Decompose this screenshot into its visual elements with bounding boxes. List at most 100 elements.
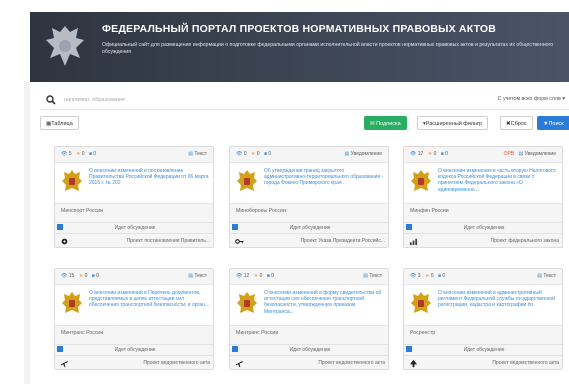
project-title-link[interactable]: О внесении изменений в административный … — [438, 290, 558, 322]
left-page-edge — [24, 82, 30, 384]
document-icon: ▤ — [518, 151, 524, 157]
coat-of-arms-icon — [46, 26, 84, 66]
advanced-filter-button[interactable]: ▾Расширенный фильтр — [417, 116, 489, 130]
search-input[interactable] — [64, 93, 394, 107]
project-card-5[interactable]: 👁 12 ★ 0 ■ 0 ▤ Текст О внесении изменени… — [229, 268, 389, 370]
project-title-link[interactable]: Об утверждении границ закрытого админист… — [264, 168, 384, 200]
card-stats: 👁 15 ★ 0 ■ 0 — [61, 273, 99, 283]
act-type: Проект постановления Правитель... — [126, 238, 210, 244]
eye-icon: 👁 — [61, 151, 68, 157]
agency-name: Минтранс России — [61, 330, 104, 336]
search-button[interactable]: ▼Поиск — [537, 116, 569, 130]
card-stats: 👁 12 ★ 0 ■ 0 — [236, 273, 274, 283]
portal-title: ФЕДЕРАЛЬНЫЙ ПОРТАЛ ПРОЕКТОВ НОРМАТИВНЫХ … — [102, 23, 497, 35]
act-type: Проект ведомственного акта — [318, 360, 385, 366]
agency-name: Минфин России — [410, 208, 449, 214]
card-body: Об утверждении границ закрытого админист… — [230, 162, 388, 204]
card-footer: Проект ведомственного акта — [55, 355, 213, 369]
morphology-select[interactable]: С учетом всех форм слов ▾ — [498, 96, 565, 102]
project-title-link[interactable]: О внесении изменения в часть вторую Нало… — [438, 168, 558, 200]
status-text: Идет обсуждение — [114, 225, 156, 231]
comments-count: 0 — [271, 273, 274, 279]
type-label: Текст — [543, 273, 556, 279]
gear-icon — [61, 238, 68, 245]
status-text: Идет обсуждение — [463, 225, 505, 231]
subscribe-button[interactable]: ✉ Подписка — [364, 116, 407, 130]
eye-icon: 👁 — [410, 151, 417, 157]
status-text: Идет обсуждение — [289, 225, 331, 231]
project-card-3[interactable]: 👁 17 ★ 0 ■ 0 ОРВ ▤ Уведомление О внесени… — [403, 146, 563, 248]
search-bar: С учетом всех форм слов ▾ — [40, 92, 569, 110]
agency-name: Минобороны России — [236, 208, 286, 214]
status-text: Идет обсуждение — [114, 347, 156, 353]
discussion-status: Идет обсуждение — [404, 222, 562, 232]
discussion-status: Идет обсуждение — [55, 344, 213, 354]
star-icon: ★ — [78, 273, 84, 279]
comments-count: 0 — [96, 273, 99, 279]
comment-icon: ■ — [437, 273, 441, 279]
comment-icon: ■ — [91, 273, 95, 279]
document-icon: ▤ — [537, 273, 543, 279]
card-type: ОРВ ▤ Уведомление — [504, 151, 556, 157]
stars-count: 0 — [433, 151, 437, 157]
card-type: ▤ Текст — [363, 273, 382, 279]
envelope-icon: ✉ — [370, 121, 375, 127]
type-label: Текст — [194, 151, 207, 157]
stars-count: 0 — [81, 151, 85, 157]
card-stats: 👁 0 ★ 0 ■ 0 — [236, 151, 271, 161]
search-icon[interactable] — [46, 95, 56, 105]
card-type: ▤ Текст — [188, 151, 207, 157]
agency-emblem-icon — [411, 292, 431, 313]
comments-count: 0 — [93, 151, 97, 157]
type-label: Уведомление — [350, 151, 382, 157]
agency-name: Минспорт России — [61, 208, 104, 214]
discussion-status: Идет обсуждение — [230, 222, 388, 232]
stars-count: 0 — [259, 273, 263, 279]
agency-emblem-icon — [411, 170, 431, 191]
plane-icon — [235, 360, 244, 368]
status-text: Идет обсуждение — [463, 347, 505, 353]
act-type: Проект ведомственного акта — [492, 360, 559, 366]
card-body: О внесении изменений в постановление Пра… — [55, 162, 213, 204]
filter-toolbar: ▦Таблица ✉ Подписка ▾Расширенный фильтр … — [40, 116, 569, 132]
status-text: Идет обсуждение — [289, 347, 331, 353]
type-label: Текст — [369, 273, 382, 279]
table-view-button[interactable]: ▦Таблица — [40, 116, 79, 130]
reset-button[interactable]: ✖Сброс — [500, 116, 533, 130]
card-body: О внесении изменения в часть вторую Нало… — [404, 162, 562, 204]
eye-icon: 👁 — [236, 151, 243, 157]
stars-count: 0 — [256, 151, 260, 157]
comment-icon: ■ — [88, 151, 92, 157]
project-card-4[interactable]: 👁 15 ★ 0 ■ 0 ▤ Текст О внесении изменени… — [54, 268, 214, 370]
discussion-status: Идет обсуждение — [230, 344, 388, 354]
comment-icon: ■ — [266, 273, 270, 279]
agency-emblem-icon — [237, 292, 257, 313]
card-body: О внесении изменений в форму свидетельст… — [230, 284, 388, 326]
stars-count: 0 — [430, 273, 434, 279]
eye-icon: 👁 — [236, 273, 243, 279]
comment-icon: ■ — [263, 151, 267, 157]
chart-icon — [409, 238, 418, 246]
comments-count: 0 — [268, 151, 272, 157]
comments-count: 0 — [442, 273, 446, 279]
document-icon: ▤ — [188, 151, 194, 157]
project-title-link[interactable]: О внесении изменений в Перечень документ… — [89, 290, 209, 322]
project-card-1[interactable]: 👁 5 ★ 0 ■ 0 ▤ Текст О внесении изменений… — [54, 146, 214, 248]
plane-icon — [60, 360, 69, 368]
card-footer: Проект ведомственного акта — [404, 355, 562, 369]
project-card-2[interactable]: 👁 0 ★ 0 ■ 0 ▤ Уведомление Об утверждении… — [229, 146, 389, 248]
project-title-link[interactable]: О внесении изменений в постановление Пра… — [89, 168, 209, 200]
project-card-6[interactable]: 👁 3 ★ 0 ■ 0 ▤ Текст О внесении изменений… — [403, 268, 563, 370]
star-icon: ★ — [424, 273, 430, 279]
key-icon — [235, 239, 244, 244]
up-arrow-icon — [409, 359, 418, 368]
agency-emblem-icon — [62, 170, 82, 191]
agency-name: Росреестр — [410, 330, 436, 336]
document-icon: ▤ — [188, 273, 194, 279]
site-header: ФЕДЕРАЛЬНЫЙ ПОРТАЛ ПРОЕКТОВ НОРМАТИВНЫХ … — [30, 12, 569, 82]
card-type: ▤ Текст — [188, 273, 207, 279]
chevron-down-icon: ▾ — [562, 96, 565, 102]
project-title-link[interactable]: О внесении изменений в форму свидетельст… — [264, 290, 384, 322]
card-footer: Проект Указа Президента Российс... — [230, 233, 388, 247]
card-stats: 👁 5 ★ 0 ■ 0 — [61, 151, 96, 161]
